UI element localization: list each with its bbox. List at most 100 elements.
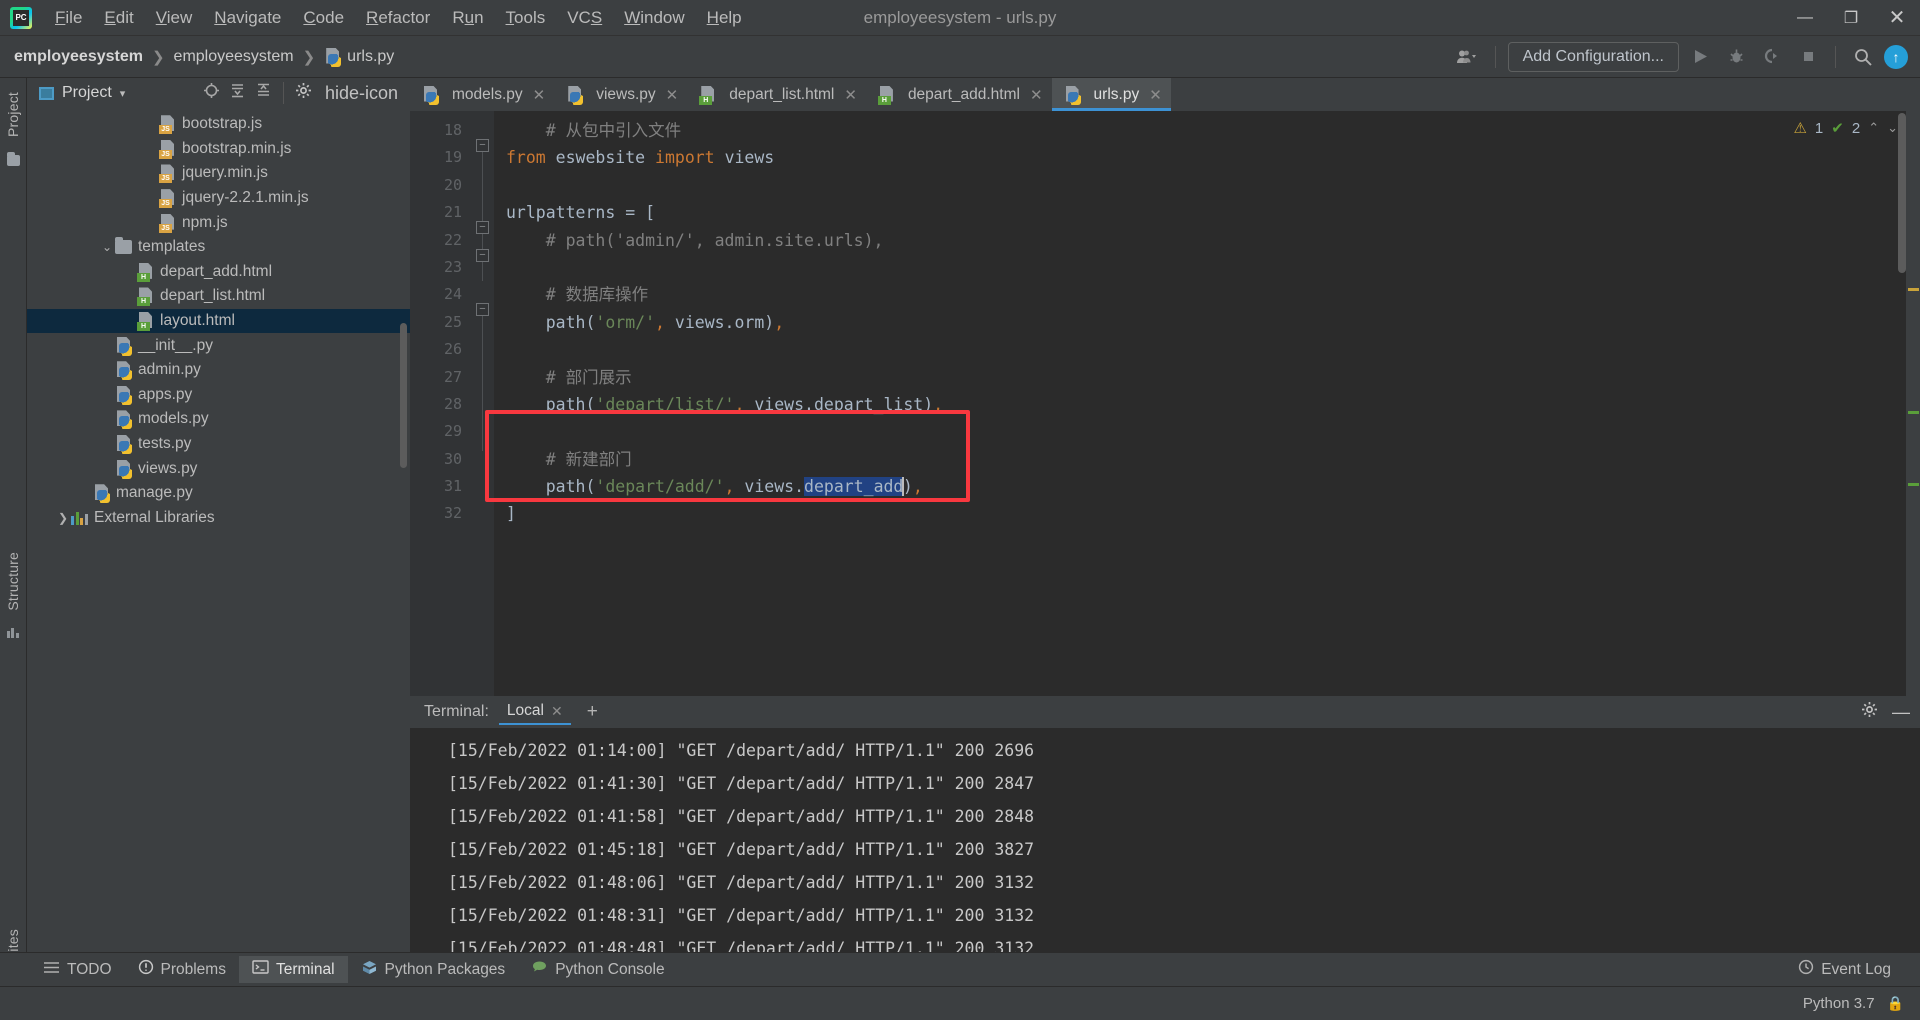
code-line[interactable]: path('depart/list/', views.depart_list), (494, 391, 1920, 418)
close-button[interactable]: ✕ (1874, 0, 1920, 36)
tree-item-jquery-min-js[interactable]: JS jquery.min.js (27, 161, 410, 186)
tree-item-tests-py[interactable]: tests.py (27, 432, 410, 457)
close-icon[interactable]: ✕ (1149, 86, 1162, 104)
menu-item-tools[interactable]: Tools (495, 4, 557, 32)
tree-item-templates[interactable]: ⌄ templates (27, 235, 410, 260)
lock-icon[interactable]: 🔒 (1887, 995, 1904, 1012)
terminal-tab-local[interactable]: Local ✕ (498, 699, 571, 725)
tool-window-button-problems[interactable]: Problems (125, 955, 239, 984)
search-icon[interactable] (1848, 43, 1878, 71)
tree-toggle-icon[interactable]: ⌄ (99, 240, 115, 254)
chevron-up-icon[interactable]: ⌃ (1868, 120, 1879, 136)
code-line[interactable]: path('depart/add/', views.depart_add), (494, 473, 1920, 500)
tree-item-layout-html[interactable]: Hlayout.html (27, 308, 410, 334)
menu-item-edit[interactable]: Edit (93, 4, 144, 32)
gear-icon[interactable] (295, 82, 312, 104)
code-line[interactable]: # path('admin/', admin.site.urls), (494, 227, 1920, 254)
tree-item-models-py[interactable]: models.py (27, 407, 410, 432)
menu-item-code[interactable]: Code (292, 4, 355, 32)
close-icon[interactable]: ✕ (844, 86, 857, 104)
tool-window-button-python-console[interactable]: Python Console (518, 956, 677, 984)
code-line[interactable]: # 数据库操作 (494, 281, 1920, 308)
editor-marker-bar[interactable] (1906, 111, 1920, 696)
editor-tab-urls-py[interactable]: urls.py ✕ (1051, 78, 1172, 111)
editor-tab-depart-list-html[interactable]: Hdepart_list.html ✕ (687, 78, 866, 111)
tree-item-npm-js[interactable]: JS npm.js (27, 210, 410, 235)
menu-bar[interactable]: File Edit View Navigate Code Refactor Run Tools… (44, 4, 753, 32)
tree-item-views-py[interactable]: views.py (27, 456, 410, 481)
tree-item-admin-py[interactable]: admin.py (27, 358, 410, 383)
tool-window-button-python-packages[interactable]: Python Packages (348, 956, 519, 984)
new-terminal-button[interactable]: + (587, 701, 598, 723)
editor-tabs[interactable]: models.py ✕ views.py ✕ Hdepart_list.html ✕ Hde… (410, 78, 1920, 111)
menu-item-window[interactable]: Window (613, 4, 695, 32)
code-line[interactable]: urlpatterns = [ (494, 199, 1920, 226)
code-line[interactable]: # 部门展示 (494, 364, 1920, 391)
project-scrollbar[interactable] (400, 323, 407, 468)
maximize-button[interactable]: ❐ (1828, 0, 1874, 36)
minimize-button[interactable]: — (1782, 0, 1828, 36)
tree-item-apps-py[interactable]: apps.py (27, 383, 410, 408)
inspection-widget[interactable]: ⚠ 1 ✔ 2 ⌃ ⌄ (1793, 119, 1898, 138)
tree-item-external-libraries[interactable]: ❯ External Libraries (27, 506, 410, 531)
menu-item-file[interactable]: File (44, 4, 93, 32)
tree-item-jquery-2-2-1-min-js[interactable]: JS jquery-2.2.1.min.js (27, 186, 410, 211)
editor-tab-views-py[interactable]: views.py ✕ (554, 78, 687, 111)
menu-item-help[interactable]: Help (696, 4, 753, 32)
folder-icon[interactable] (6, 151, 20, 166)
structure-icon[interactable] (6, 623, 20, 638)
code-line[interactable] (494, 418, 1920, 445)
coverage-icon[interactable] (1757, 43, 1787, 71)
interpreter-label[interactable]: Python 3.7 (1803, 995, 1875, 1012)
add-configuration-button[interactable]: Add Configuration... (1507, 41, 1679, 72)
close-icon[interactable]: ✕ (551, 703, 563, 720)
code-line[interactable]: path('orm/', views.orm), (494, 309, 1920, 336)
close-icon[interactable]: ✕ (1030, 86, 1043, 104)
tree-item-depart-add-html[interactable]: Hdepart_add.html (27, 260, 410, 285)
locate-icon[interactable] (203, 82, 220, 104)
close-icon[interactable]: ✕ (533, 86, 546, 104)
tree-item-bootstrap-js[interactable]: JS bootstrap.js (27, 112, 410, 137)
code-line[interactable]: ] (494, 500, 1920, 527)
menu-item-run[interactable]: Run (441, 4, 494, 32)
code-editor[interactable]: 18 19 20 21 22 23 24 25 26 27 28 29 30 31 32 − − − − #… (410, 111, 1920, 696)
code-line[interactable] (494, 336, 1920, 363)
tree-item-bootstrap-min-js[interactable]: JS bootstrap.min.js (27, 137, 410, 162)
rail-button-structure[interactable]: Structure (5, 546, 21, 617)
tool-window-button-todo[interactable]: TODO (30, 957, 125, 983)
menu-item-navigate[interactable]: Navigate (203, 4, 292, 32)
window-controls[interactable]: — ❐ ✕ (1782, 0, 1920, 36)
close-icon[interactable]: ✕ (666, 86, 679, 104)
chevron-down-icon[interactable]: ⌄ (1887, 120, 1898, 136)
tree-item--init-py[interactable]: __init__.py (27, 333, 410, 358)
fold-marker[interactable]: − (476, 303, 489, 316)
breadcrumb-item-project[interactable]: employeesystem (14, 48, 143, 66)
project-file-tree[interactable]: JS bootstrap.js JS bootstrap.min.js JS jquery… (27, 108, 410, 1020)
debug-icon[interactable] (1721, 43, 1751, 71)
code-content[interactable]: # 从包中引入文件 from eswebsite import views urlp… (494, 111, 1920, 696)
editor-tab-models-py[interactable]: models.py ✕ (410, 78, 554, 111)
rail-button-project[interactable]: Project (5, 86, 21, 143)
editor-tab-depart-add-html[interactable]: Hdepart_add.html ✕ (866, 78, 1052, 111)
menu-item-view[interactable]: View (145, 4, 204, 32)
breadcrumb-item-module[interactable]: employeesystem (174, 48, 294, 66)
fold-marker[interactable]: − (476, 221, 489, 234)
event-log-button[interactable]: Event Log (1785, 955, 1904, 984)
hide-panel-icon[interactable]: hide-icon (321, 83, 402, 104)
code-line[interactable]: from eswebsite import views (494, 144, 1920, 171)
gear-icon[interactable] (1861, 701, 1878, 723)
user-dropdown-icon[interactable] (1453, 43, 1483, 71)
update-icon[interactable]: ↑ (1884, 44, 1908, 69)
expand-all-icon[interactable] (229, 82, 246, 104)
code-folding-column[interactable]: − − − − (472, 111, 494, 696)
code-line[interactable]: # 从包中引入文件 (494, 117, 1920, 144)
stop-button[interactable] (1793, 43, 1823, 71)
menu-item-refactor[interactable]: Refactor (355, 4, 441, 32)
collapse-all-icon[interactable] (255, 82, 272, 104)
run-button[interactable] (1685, 43, 1715, 71)
tree-item-depart-list-html[interactable]: Hdepart_list.html (27, 284, 410, 309)
menu-item-vcs[interactable]: VCS (556, 4, 613, 32)
chevron-down-icon[interactable]: ▾ (120, 87, 126, 100)
code-line[interactable]: # 新建部门 (494, 446, 1920, 473)
code-line[interactable] (494, 172, 1920, 199)
